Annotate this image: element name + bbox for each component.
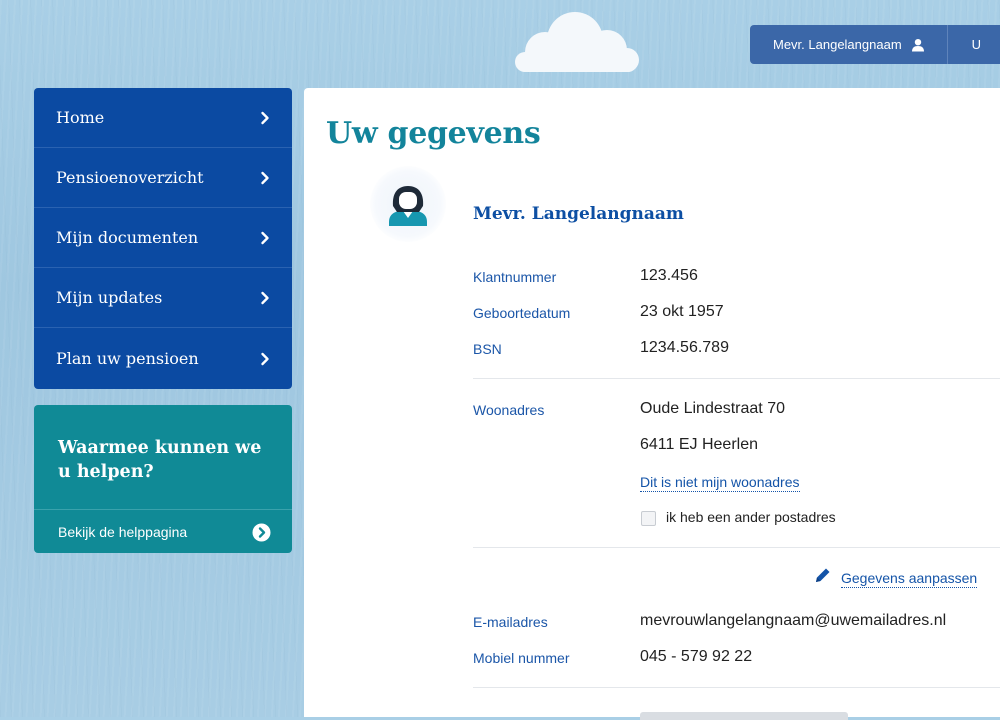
cloud-icon — [515, 12, 639, 72]
sidebar-item-label: Mijn documenten — [56, 228, 199, 247]
chevron-right-icon — [261, 171, 269, 184]
help-page-link[interactable]: Bekijk de helppagina — [34, 509, 292, 553]
bsn-value: 1234.56.789 — [640, 339, 729, 356]
bsn-label: BSN — [473, 341, 502, 357]
divider — [473, 547, 1000, 548]
woman-avatar-icon — [389, 186, 427, 226]
help-panel: Waarmee kunnen we u helpen? Bekijk de he… — [34, 405, 292, 553]
chevron-right-icon — [261, 231, 269, 244]
user-icon — [911, 38, 924, 51]
sidebar-item-label: Plan uw pensioen — [56, 349, 199, 368]
woonadres-line1: Oude Lindestraat 70 — [640, 400, 785, 417]
geboortedatum-value: 23 okt 1957 — [640, 303, 724, 320]
avatar — [370, 166, 446, 242]
sidebar-item-mijn-documenten[interactable]: Mijn documenten — [34, 208, 292, 268]
user-account-button[interactable]: Mevr. Langelangnaam — [750, 25, 947, 64]
logout-button[interactable]: U — [948, 37, 981, 52]
not-my-address-link[interactable]: Dit is niet mijn woonadres — [640, 474, 800, 492]
arrow-circle-right-icon — [252, 523, 271, 541]
klantnummer-value: 123.456 — [640, 267, 698, 284]
sidebar-item-label: Home — [56, 108, 105, 127]
help-link-label: Bekijk de helppagina — [58, 524, 188, 540]
geboortedatum-label: Geboortedatum — [473, 305, 571, 321]
edit-details-link[interactable]: Gegevens aanpassen — [841, 570, 978, 588]
profile-name: Mevr. Langelangnaam — [473, 204, 684, 224]
main-panel: Uw gegevens Mevr. Langelangnaam Klantnum… — [304, 88, 1000, 720]
help-title: Waarmee kunnen we u helpen? — [58, 438, 262, 482]
divider — [473, 687, 1000, 688]
mobiel-value: 045 - 579 92 22 — [640, 648, 753, 665]
chevron-right-icon — [261, 291, 269, 304]
other-postal-address-label: ik heb een ander postadres — [666, 509, 836, 525]
sidebar-item-mijn-updates[interactable]: Mijn updates — [34, 268, 292, 328]
mobiel-label: Mobiel nummer — [473, 650, 570, 666]
woonadres-label: Woonadres — [473, 402, 545, 418]
chevron-right-icon — [261, 111, 269, 124]
chevron-right-icon — [261, 352, 269, 365]
partial-button[interactable] — [640, 712, 848, 720]
divider — [473, 378, 1000, 379]
sidebar-item-label: Pensioenoverzicht — [56, 168, 204, 187]
sidebar-item-plan-uw-pensioen[interactable]: Plan uw pensioen — [34, 328, 292, 389]
page-title: Uw gegevens — [326, 116, 541, 151]
user-name: Mevr. Langelangnaam — [773, 37, 902, 52]
woonadres-line2: 6411 EJ Heerlen — [640, 436, 758, 453]
pencil-icon[interactable] — [814, 566, 832, 584]
sidebar-nav: Home Pensioenoverzicht Mijn documenten M… — [34, 88, 292, 389]
other-postal-address-checkbox[interactable] — [641, 511, 656, 526]
user-bar: Mevr. Langelangnaam U — [750, 25, 1000, 64]
sidebar-item-pensioenoverzicht[interactable]: Pensioenoverzicht — [34, 148, 292, 208]
sidebar-item-home[interactable]: Home — [34, 88, 292, 148]
sidebar-item-label: Mijn updates — [56, 288, 163, 307]
klantnummer-label: Klantnummer — [473, 269, 557, 285]
email-label: E-mailadres — [473, 614, 548, 630]
email-value: mevrouwlangelangnaam@uwemailadres.nl — [640, 612, 947, 629]
